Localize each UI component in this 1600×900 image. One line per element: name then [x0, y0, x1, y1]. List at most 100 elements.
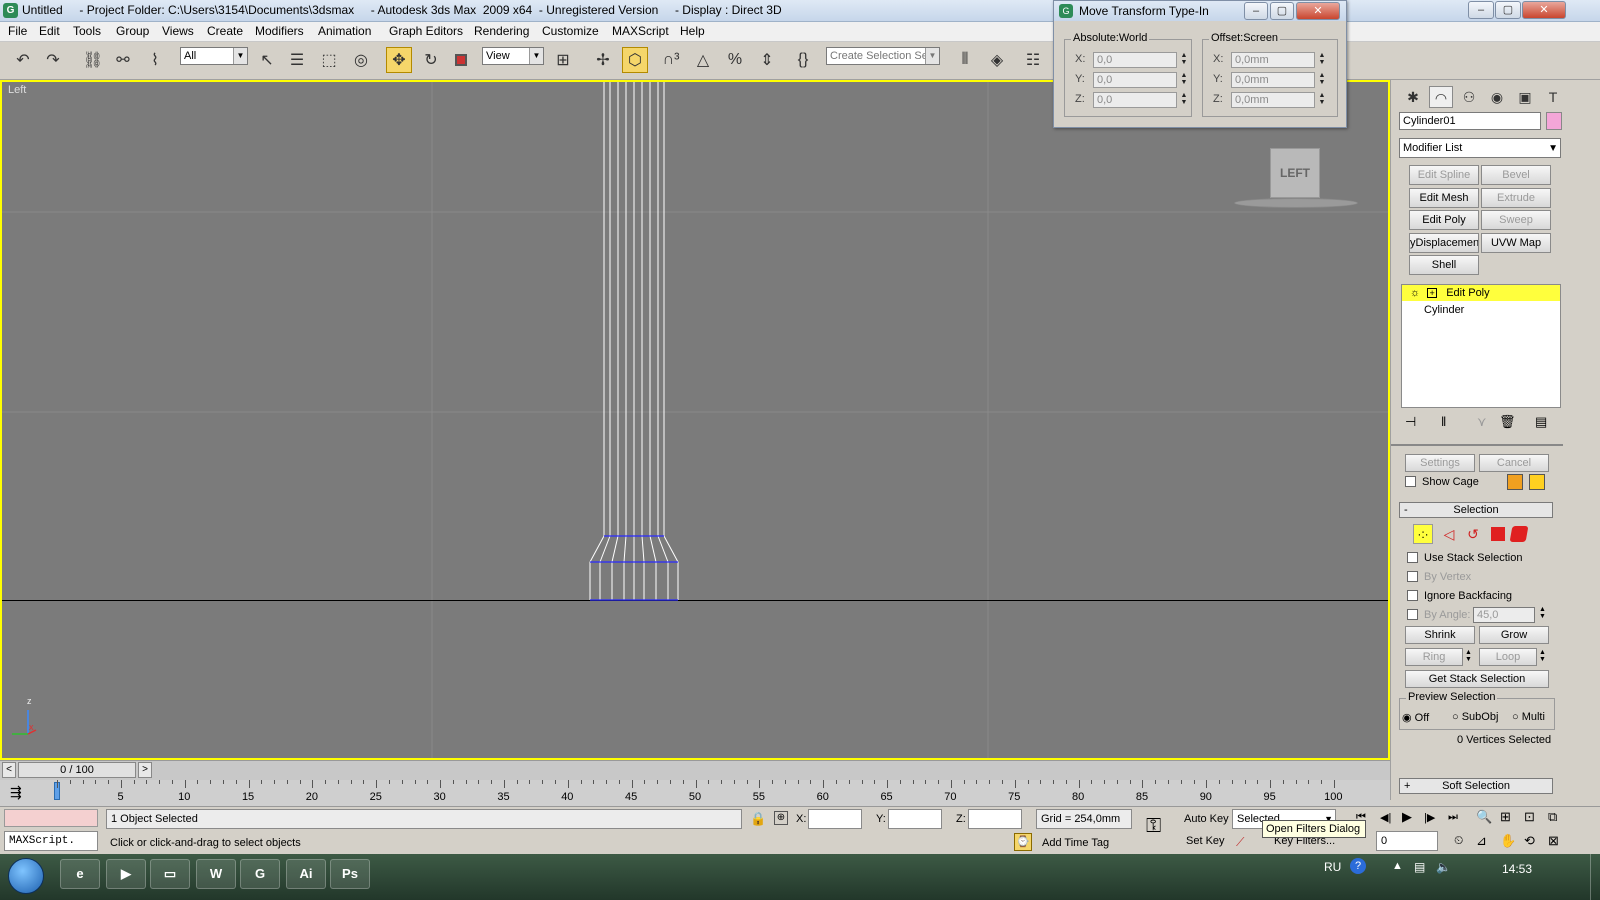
border-mode-icon[interactable]: ↺	[1463, 524, 1483, 544]
settings-button[interactable]: Settings	[1405, 454, 1475, 472]
dialog-minimize-button[interactable]: –	[1244, 2, 1268, 20]
stack-item-cylinder[interactable]: Cylinder	[1402, 302, 1560, 318]
angle-snap-icon[interactable]: △	[690, 47, 716, 73]
ignore-backfacing-checkbox[interactable]: Ignore Backfacing	[1407, 590, 1512, 602]
edit-mesh-button[interactable]: Edit Mesh	[1409, 188, 1479, 208]
offset-y-field[interactable]: 0,0mm	[1231, 72, 1315, 88]
absolute-x-field[interactable]: 0,0	[1093, 52, 1177, 68]
time-slider[interactable]: < 0 / 100 >	[0, 760, 1390, 780]
ring-button[interactable]: Ring	[1405, 648, 1463, 666]
coord-z-field[interactable]	[968, 809, 1022, 829]
menu-animation[interactable]: Animation	[318, 24, 371, 38]
taskbar-app-ie[interactable]: e	[60, 859, 100, 889]
taskbar-app-3dsmax[interactable]: G	[240, 859, 280, 889]
show-end-result-icon[interactable]: ‖	[1441, 414, 1446, 429]
show-cage-checkbox[interactable]: Show Cage	[1405, 476, 1479, 488]
add-time-tag-button[interactable]: Add Time Tag	[1042, 837, 1109, 849]
set-key-icon[interactable]: ⚿	[1146, 815, 1161, 838]
chevron-left-icon[interactable]: <	[2, 762, 16, 778]
pin-stack-icon[interactable]: ⊣	[1405, 414, 1416, 430]
manipulate-icon[interactable]: ✢	[590, 47, 616, 73]
spinner-snap-icon[interactable]: ⇕	[754, 47, 780, 73]
by-angle-field[interactable]: 45,0	[1473, 607, 1535, 623]
clock[interactable]: 14:53	[1502, 862, 1532, 876]
display-tab-icon[interactable]: ▣	[1513, 86, 1537, 108]
menu-file[interactable]: File	[8, 24, 27, 38]
displacement-button[interactable]: yDisplacement	[1409, 233, 1479, 253]
spinner-arrows-icon[interactable]: ▲ ▼	[1317, 52, 1327, 68]
spinner-arrows-icon[interactable]: ▲ ▼	[1179, 92, 1189, 108]
close-button[interactable]: ✕	[1522, 1, 1566, 19]
help-icon[interactable]: ?	[1350, 858, 1366, 874]
menu-create[interactable]: Create	[207, 24, 243, 38]
align-icon[interactable]: ◈	[984, 47, 1010, 73]
taskbar-app-photoshop[interactable]: Ps	[330, 859, 370, 889]
soft-selection-rollout-header[interactable]: + Soft Selection	[1399, 778, 1553, 794]
time-config-icon[interactable]: ⏲	[1454, 833, 1463, 848]
zoom-icon[interactable]: 🔍	[1476, 809, 1492, 825]
menu-graph-editors[interactable]: Graph Editors	[389, 24, 463, 38]
menu-rendering[interactable]: Rendering	[474, 24, 529, 38]
named-selection-sets-dropdown[interactable]: Create Selection Set ▼	[826, 47, 940, 65]
viewcube-compass[interactable]	[1234, 198, 1358, 208]
utilities-tab-icon[interactable]: T	[1541, 86, 1565, 108]
bind-space-warp-icon[interactable]: ⌇	[142, 47, 168, 73]
track-bar[interactable]: ⇶ 5 10 15 20 25 30 35 40 45 50 55 60 65 70 75 80 85 90 95 1…	[0, 780, 1390, 806]
auto-key-button[interactable]: Auto Key	[1184, 813, 1229, 825]
field-of-view-icon[interactable]: ⊿	[1476, 833, 1487, 849]
stack-item-edit-poly[interactable]: ☼ + Edit Poly	[1402, 285, 1560, 301]
grow-button[interactable]: Grow	[1479, 626, 1549, 644]
cage-color-swatch[interactable]	[1507, 474, 1523, 490]
maxscript-mini-listener[interactable]: MAXScript.	[4, 831, 98, 851]
play-icon[interactable]: ▶	[1402, 809, 1412, 825]
modifier-list-dropdown[interactable]: Modifier List ▼	[1399, 138, 1561, 158]
spinner-arrows-icon[interactable]: ▲ ▼	[1179, 52, 1189, 68]
edge-mode-icon[interactable]: ◁	[1439, 524, 1459, 544]
scale-icon[interactable]	[448, 47, 474, 73]
modify-tab-icon[interactable]: ◠	[1429, 86, 1453, 108]
dialog-title-bar[interactable]: G Move Transform Type-In – ▢ ✕	[1054, 1, 1346, 21]
zoom-all-icon[interactable]: ⊞	[1500, 809, 1511, 825]
language-indicator[interactable]: RU	[1324, 860, 1341, 874]
rotate-icon[interactable]: ↻	[418, 47, 444, 73]
object-name-field[interactable]: Cylinder01	[1399, 112, 1541, 130]
preview-multi-radio[interactable]: ○ Multi	[1512, 711, 1545, 723]
spinner-arrows-icon[interactable]: ▲ ▼	[1317, 72, 1327, 88]
menu-maxscript[interactable]: MAXScript	[612, 24, 669, 38]
chevron-right-icon[interactable]: >	[138, 762, 152, 778]
maximize-viewport-icon[interactable]: ⊠	[1548, 833, 1559, 849]
polygon-mode-icon[interactable]	[1491, 527, 1505, 541]
go-to-end-icon[interactable]: ⏭	[1448, 811, 1458, 824]
maximize-button[interactable]: ▢	[1495, 1, 1521, 19]
cylinder-wireframe[interactable]	[582, 82, 692, 612]
orbit-icon[interactable]: ⟲	[1524, 833, 1535, 849]
extrude-button[interactable]: Extrude	[1481, 188, 1551, 208]
layer-manager-icon[interactable]: ☷	[1020, 47, 1046, 73]
offset-z-field[interactable]: 0,0mm	[1231, 92, 1315, 108]
pivot-icon[interactable]: ⊞	[550, 47, 576, 73]
create-tab-icon[interactable]: ✱	[1401, 86, 1425, 108]
shell-button[interactable]: Shell	[1409, 255, 1479, 275]
rectangle-selection-icon[interactable]: ⬚	[316, 47, 342, 73]
undo-icon[interactable]: ↶	[10, 47, 36, 73]
frame-counter[interactable]: 0 / 100	[18, 762, 136, 778]
ring-spinner-icon[interactable]: ▲ ▼	[1465, 649, 1472, 663]
window-crossing-icon[interactable]: ◎	[348, 47, 374, 73]
time-tag-icon[interactable]: ⌚	[1014, 833, 1032, 851]
pan-hand-icon[interactable]: ✋	[1500, 833, 1516, 849]
uvw-map-button[interactable]: UVW Map	[1481, 233, 1551, 253]
network-icon[interactable]: ▤	[1414, 860, 1425, 874]
bevel-button[interactable]: Bevel	[1481, 165, 1551, 185]
spinner-arrows-icon[interactable]: ▲ ▼	[1179, 72, 1189, 88]
unlink-icon[interactable]: ⚯	[110, 47, 136, 73]
preview-off-radio[interactable]: ◉ Off	[1402, 711, 1429, 724]
zoom-extents-icon[interactable]: ⊡	[1524, 809, 1535, 825]
viewcube[interactable]: LEFT	[1270, 148, 1320, 198]
loop-spinner-icon[interactable]: ▲ ▼	[1539, 649, 1546, 663]
vertex-mode-icon[interactable]: ·:·	[1413, 524, 1433, 544]
snaps-icon[interactable]: ∩³	[658, 47, 684, 73]
redo-icon[interactable]: ↷	[40, 47, 66, 73]
move-icon[interactable]: ✥	[386, 47, 412, 73]
taskbar-app-illustrator[interactable]: Ai	[286, 859, 326, 889]
preview-subobj-radio[interactable]: ○ SubObj	[1452, 711, 1498, 723]
